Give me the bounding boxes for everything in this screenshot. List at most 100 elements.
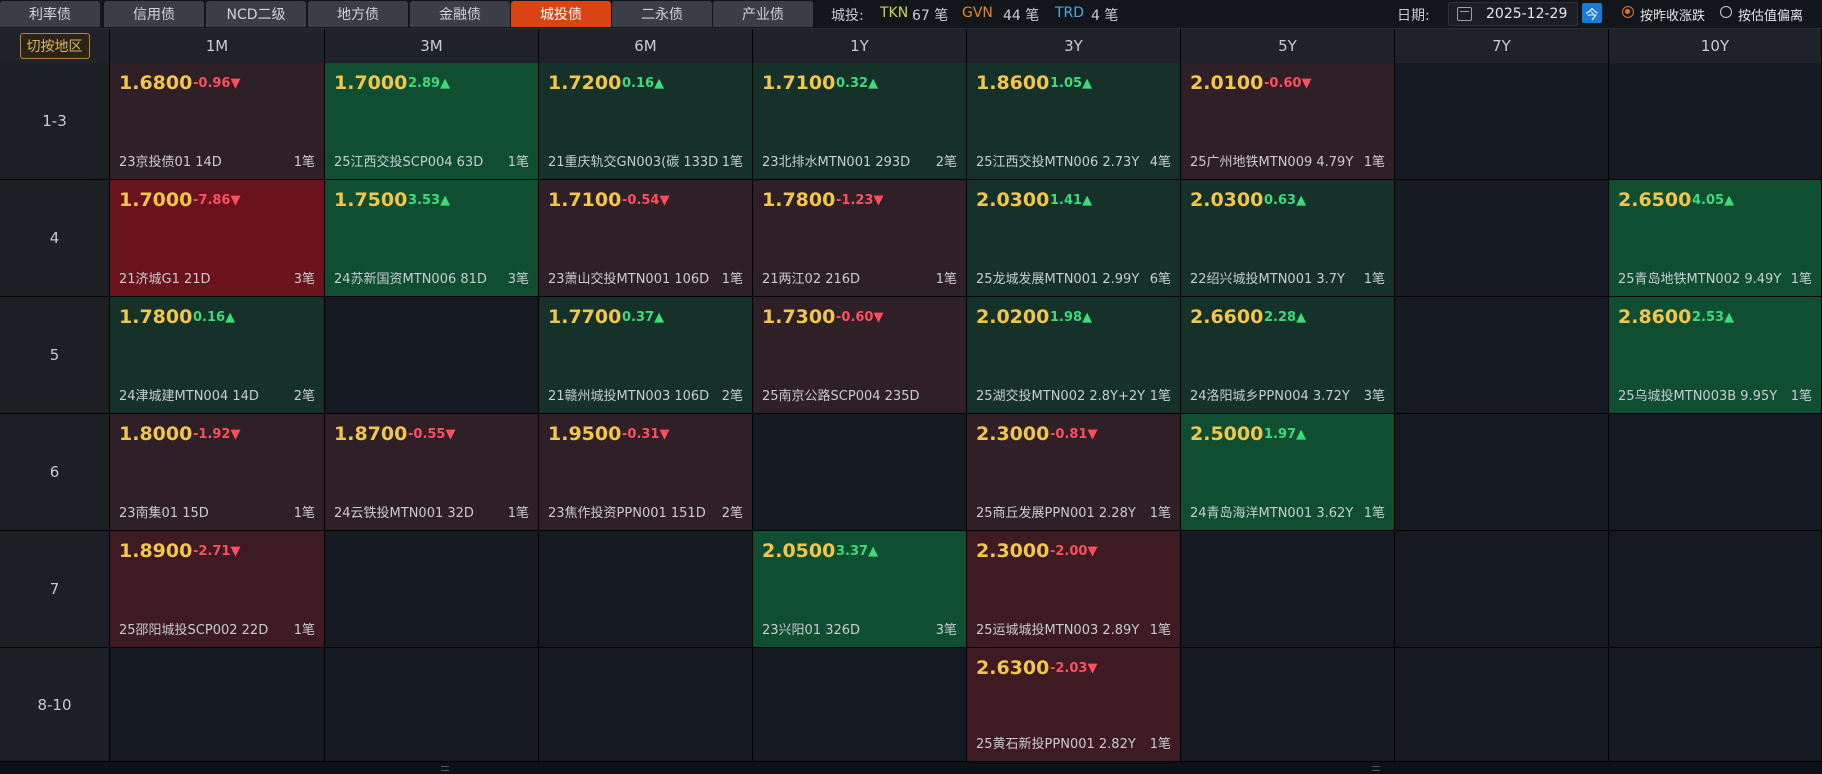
tab-6[interactable]: 二永债: [612, 1, 712, 27]
trade-count: 1笔: [1790, 389, 1812, 404]
yield-value: 1.9500: [548, 423, 622, 445]
radio-valuation[interactable]: [1720, 6, 1732, 18]
change-value: -0.55▼: [408, 427, 456, 442]
stat-trd-count: 4 笔: [1091, 8, 1119, 24]
col-header-1Y: 1Y: [753, 29, 967, 63]
col-header-6M: 6M: [539, 29, 753, 63]
empty-cell: [1181, 531, 1395, 648]
radio-prev-close-label[interactable]: 按昨收涨跌: [1640, 5, 1705, 24]
trade-count: 1笔: [293, 155, 315, 170]
quote-cell[interactable]: 1.7800 -1.23▼ 21两江02 216D 1笔: [753, 180, 967, 297]
quote-cell[interactable]: 1.8600 1.05▲ 25江西交投MTN006 2.73Y 4笔: [967, 63, 1181, 180]
tab-4[interactable]: 金融债: [410, 1, 510, 27]
quote-cell[interactable]: 2.0500 3.37▲ 23兴阳01 326D 3笔: [753, 531, 967, 648]
tab-7[interactable]: 产业债: [713, 1, 813, 27]
quote-cell[interactable]: 1.8700 -0.55▼ 24云铁投MTN001 32D 1笔: [325, 414, 539, 531]
empty-cell: [1395, 180, 1609, 297]
bond-name: 25湖交投MTN002 2.8Y+2Y: [976, 389, 1146, 404]
empty-cell: [539, 531, 753, 648]
quote-cell[interactable]: 2.3000 -2.00▼ 25运城城投MTN003 2.89Y 1笔: [967, 531, 1181, 648]
quote-cell[interactable]: 1.7000 -7.86▼ 21济城G1 21D 3笔: [110, 180, 325, 297]
bond-name: 21重庆轨交GN003(碳 133D: [548, 155, 719, 170]
radio-valuation-label[interactable]: 按估值偏离: [1738, 5, 1803, 24]
bond-name: 24津城建MTN004 14D: [119, 389, 259, 404]
quote-cell[interactable]: 2.0300 1.41▲ 25龙城发展MTN001 2.99Y 6笔: [967, 180, 1181, 297]
change-value: 2.53▲: [1692, 310, 1735, 325]
quote-cell[interactable]: 1.8000 -1.92▼ 23南集01 15D 1笔: [110, 414, 325, 531]
trade-count: 3笔: [935, 623, 957, 638]
quote-cell[interactable]: 2.0300 0.63▲ 22绍兴城投MTN001 3.7Y 1笔: [1181, 180, 1395, 297]
change-value: -7.86▼: [193, 193, 241, 208]
yield-value: 2.0100: [1190, 72, 1264, 94]
tab-2[interactable]: NCD二级: [206, 1, 306, 27]
quote-cell[interactable]: 2.6500 4.05▲ 25青岛地铁MTN002 9.49Y 1笔: [1609, 180, 1822, 297]
bond-name: 24洛阳城乡PPN004 3.72Y: [1190, 389, 1350, 404]
quote-cell[interactable]: 1.7700 0.37▲ 21赣州城投MTN003 106D 2笔: [539, 297, 753, 414]
quote-cell[interactable]: 2.3000 -0.81▼ 25商丘发展PPN001 2.28Y 1笔: [967, 414, 1181, 531]
trade-count: 3笔: [293, 272, 315, 287]
tab-0[interactable]: 利率债: [0, 1, 100, 27]
quote-cell[interactable]: 1.9500 -0.31▼ 23焦作投资PPN001 151D 2笔: [539, 414, 753, 531]
today-button[interactable]: 今: [1582, 3, 1602, 23]
quote-cell[interactable]: 1.7300 -0.60▼ 25南京公路SCP004 235D: [753, 297, 967, 414]
change-value: 1.97▲: [1264, 427, 1307, 442]
yield-value: 2.0300: [976, 189, 1050, 211]
trade-count: 1笔: [1363, 272, 1385, 287]
corner-cell: 切按地区: [0, 29, 110, 63]
quote-cell[interactable]: 2.6300 -2.03▼ 25黄石新投PPN001 2.82Y 1笔: [967, 648, 1181, 762]
change-value: 3.37▲: [836, 544, 879, 559]
yield-value: 2.8600: [1618, 306, 1692, 328]
bond-name: 21赣州城投MTN003 106D: [548, 389, 710, 404]
bond-name: 22绍兴城投MTN001 3.7Y: [1190, 272, 1345, 287]
quote-cell[interactable]: 1.7000 2.89▲ 25江西交投SCP004 63D 1笔: [325, 63, 539, 180]
quote-cell[interactable]: 1.8900 -2.71▼ 25邵阳城投SCP002 22D 1笔: [110, 531, 325, 648]
change-value: -0.60▼: [1264, 76, 1312, 91]
trade-count: 2笔: [721, 506, 743, 521]
tab-5[interactable]: 城投债: [511, 1, 611, 27]
yield-value: 1.7000: [334, 72, 408, 94]
quote-cell[interactable]: 2.0200 1.98▲ 25湖交投MTN002 2.8Y+2Y 1笔: [967, 297, 1181, 414]
bond-name: 24青岛海洋MTN001 3.62Y: [1190, 506, 1354, 521]
resize-grip-right[interactable]: [1372, 766, 1380, 771]
date-label: 日期:: [1397, 8, 1430, 24]
quote-cell[interactable]: 1.7800 0.16▲ 24津城建MTN004 14D 2笔: [110, 297, 325, 414]
stat-tkn-code: TKN: [880, 5, 909, 21]
switch-region-button[interactable]: 切按地区: [19, 33, 90, 59]
col-header-10Y: 10Y: [1609, 29, 1822, 63]
quote-cell[interactable]: 1.6800 -0.96▼ 23京投债01 14D 1笔: [110, 63, 325, 180]
resize-grip-left[interactable]: [441, 766, 449, 771]
tab-1[interactable]: 信用债: [104, 1, 204, 27]
yield-value: 1.7200: [548, 72, 622, 94]
change-value: -1.23▼: [836, 193, 884, 208]
change-value: 1.98▲: [1050, 310, 1093, 325]
quote-cell[interactable]: 2.5000 1.97▲ 24青岛海洋MTN001 3.62Y 1笔: [1181, 414, 1395, 531]
quote-cell[interactable]: 2.0100 -0.60▼ 25广州地铁MTN009 4.79Y 1笔: [1181, 63, 1395, 180]
tab-3[interactable]: 地方债: [308, 1, 408, 27]
quote-cell[interactable]: 1.7500 3.53▲ 24苏新国资MTN006 81D 3笔: [325, 180, 539, 297]
quote-cell[interactable]: 2.8600 2.53▲ 25乌城投MTN003B 9.95Y 1笔: [1609, 297, 1822, 414]
row-header-1-3: 1-3: [0, 63, 110, 180]
bond-name: 25黄石新投PPN001 2.82Y: [976, 737, 1136, 752]
yield-value: 2.5000: [1190, 423, 1264, 445]
quote-cell[interactable]: 1.7200 0.16▲ 21重庆轨交GN003(碳 133D 1笔: [539, 63, 753, 180]
bond-name: 25青岛地铁MTN002 9.49Y: [1618, 272, 1782, 287]
change-value: 0.16▲: [193, 310, 236, 325]
trade-count: 2笔: [721, 389, 743, 404]
quote-cell[interactable]: 2.6600 2.28▲ 24洛阳城乡PPN004 3.72Y 3笔: [1181, 297, 1395, 414]
calendar-icon[interactable]: [1457, 7, 1472, 21]
yield-value: 1.7700: [548, 306, 622, 328]
empty-cell: [1395, 63, 1609, 180]
stat-tkn-count: 67 笔: [912, 8, 949, 24]
date-picker[interactable]: 2025-12-29: [1448, 2, 1578, 26]
bond-name: 24云铁投MTN001 32D: [334, 506, 474, 521]
bond-name: 23焦作投资PPN001 151D: [548, 506, 706, 521]
quote-cell[interactable]: 1.7100 -0.54▼ 23萧山交投MTN001 106D 1笔: [539, 180, 753, 297]
empty-cell: [753, 648, 967, 762]
radio-prev-close[interactable]: [1622, 6, 1634, 18]
quote-cell[interactable]: 1.7100 0.32▲ 23北排水MTN001 293D 2笔: [753, 63, 967, 180]
change-value: -0.96▼: [193, 76, 241, 91]
trade-count: 1笔: [507, 155, 529, 170]
empty-cell: [1395, 414, 1609, 531]
trade-count: 1笔: [1363, 506, 1385, 521]
change-value: -2.03▼: [1050, 661, 1098, 676]
